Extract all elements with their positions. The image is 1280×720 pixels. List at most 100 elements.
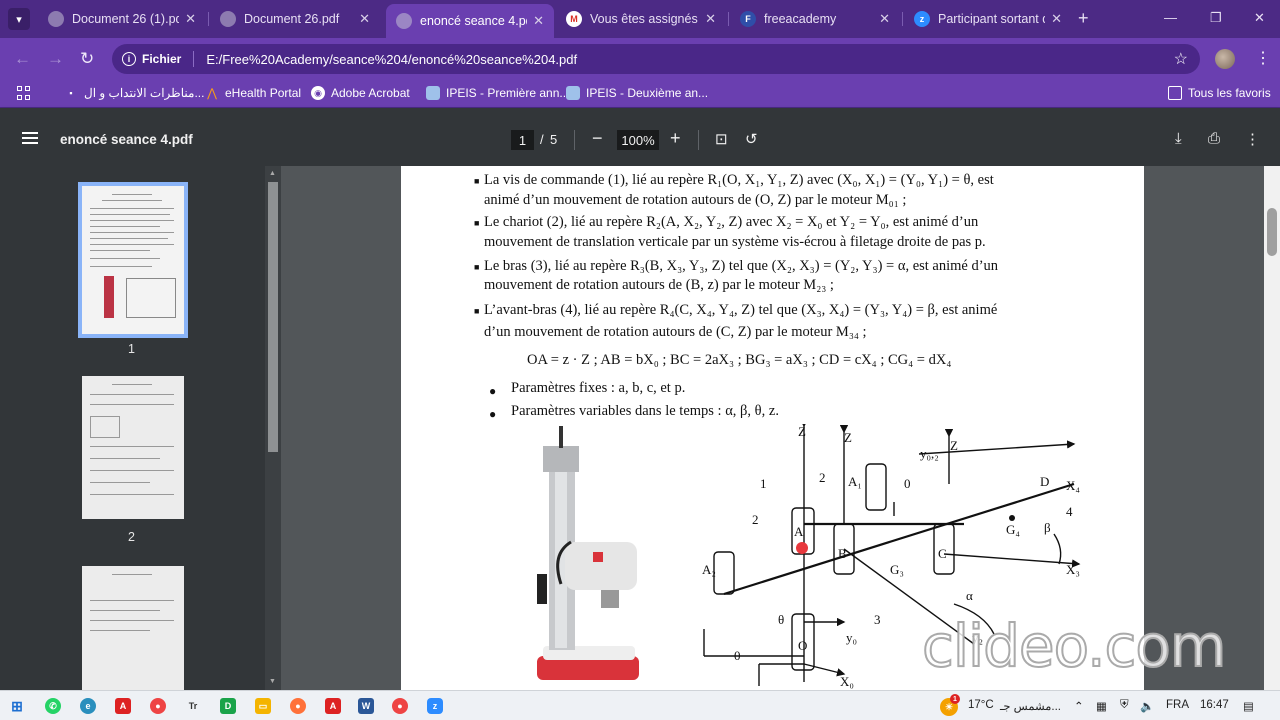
tab-zoom[interactable]: z Participant sortant de ✕ [904, 4, 1072, 34]
network-icon[interactable]: ▦ [1096, 699, 1107, 713]
fit-page-icon[interactable]: ⊡ [715, 130, 728, 148]
folder-icon [1168, 86, 1182, 100]
diagram-label: y₀,₂ [920, 446, 939, 461]
tab-freeacademy[interactable]: F freeacademy ✕ [730, 4, 900, 34]
diagram-label: β [1044, 520, 1051, 535]
edge-icon[interactable]: e [80, 698, 96, 714]
pdf-title: enoncé seance 4.pdf [60, 132, 193, 147]
forward-button[interactable]: → [47, 49, 64, 69]
file-explorer-icon[interactable]: ▭ [255, 698, 271, 714]
d-app-icon[interactable]: D [220, 698, 236, 714]
bookmark-label: مناظرات الانتداب و ال... [84, 86, 205, 100]
zoom-level-input[interactable]: 100% [617, 130, 659, 150]
close-icon[interactable]: ✕ [705, 11, 716, 27]
thumbnail-sidebar: 1 2 [0, 166, 265, 696]
zoom-taskbar-icon[interactable]: z [427, 698, 443, 714]
diagram-label: A₁ [848, 474, 862, 489]
windows-start-icon[interactable]: ⊞ [9, 698, 25, 714]
text-line: animé d’un mouvement de rotation autours… [484, 192, 907, 208]
shield-icon[interactable]: ⛨ [1120, 699, 1129, 712]
site-info-chip[interactable]: i Fichier [122, 52, 181, 66]
text-line: L’avant-bras (4), lié au repère R₄(C, X₄… [484, 302, 998, 318]
bookmark-icon: ▪ [69, 88, 73, 98]
profile-avatar[interactable] [1215, 49, 1235, 69]
ipeis-icon [566, 86, 580, 100]
zoom-out-button[interactable]: − [592, 128, 603, 149]
clock[interactable]: 16:47 [1200, 699, 1229, 711]
apps-grid-icon[interactable] [17, 86, 32, 101]
tab-document-26[interactable]: Document 26.pdf ✕ [210, 4, 380, 34]
diagram-label: θ [778, 612, 784, 627]
diagram-label: 3 [874, 612, 881, 627]
tab-divider [208, 12, 209, 26]
reload-button[interactable]: ↻ [80, 49, 94, 69]
page-thumbnail-3[interactable] [82, 566, 184, 696]
sidebar-scroll-thumb[interactable] [268, 182, 278, 452]
close-icon[interactable]: ✕ [185, 11, 196, 27]
chrome-2-icon[interactable]: ● [392, 698, 408, 714]
back-button[interactable]: ← [14, 49, 31, 69]
zoom-in-button[interactable]: + [670, 128, 681, 149]
browser-menu-icon[interactable]: ⋮ [1255, 48, 1271, 68]
menu-icon[interactable] [22, 132, 38, 144]
more-options-icon[interactable]: ⋮ [1245, 130, 1260, 148]
globe-icon [396, 13, 412, 29]
text-line: Le chariot (2), lié au repère R₂(A, X₂, … [484, 214, 979, 230]
page-thumbnail-2[interactable] [82, 376, 184, 519]
firefox-icon[interactable]: ● [290, 698, 306, 714]
acrobat-2-icon[interactable]: A [325, 698, 341, 714]
close-icon[interactable]: ✕ [879, 11, 890, 27]
bookmarks-bar: ▪ مناظرات الانتداب و ال... ⋀ eHealth Por… [0, 80, 1280, 108]
page-thumbnail-1[interactable] [78, 182, 188, 338]
word-icon[interactable]: W [358, 698, 374, 714]
bookmark-label: IPEIS - Deuxième an... [586, 86, 709, 100]
diagram-label: X₀ [840, 674, 854, 689]
bookmark-item-acrobat[interactable]: ◉ Adobe Acrobat [311, 86, 410, 100]
close-icon[interactable]: ✕ [533, 13, 544, 29]
new-tab-button[interactable]: + [1078, 8, 1089, 29]
ipeis-icon [426, 86, 440, 100]
page-number-input[interactable]: 1 [511, 130, 534, 150]
close-icon[interactable]: ✕ [359, 11, 370, 27]
bookmark-label: IPEIS - Première ann... [446, 86, 570, 100]
diagram-label: 0 [904, 476, 911, 491]
tab-title: Participant sortant de [938, 12, 1046, 26]
language-indicator[interactable]: FRA [1166, 699, 1189, 711]
volume-icon[interactable]: 🔈 [1140, 699, 1154, 713]
weather-temp: 17°C [968, 699, 994, 711]
tab-enonce-seance-4[interactable]: enoncé seance 4.pdf ✕ [386, 4, 554, 38]
tab-search-button[interactable]: ▾ [8, 8, 30, 30]
globe-icon [220, 11, 236, 27]
main-scroll-thumb[interactable] [1267, 208, 1277, 256]
window-close-button[interactable]: ✕ [1254, 10, 1265, 26]
pdf-toolbar: enoncé seance 4.pdf 1 / 5 − 100% + ⊡ ↺ ⤓… [0, 108, 1280, 166]
diagram-label: A₂ [702, 562, 716, 577]
whatsapp-icon[interactable]: ✆ [45, 698, 61, 714]
bookmark-item-ipeis-1[interactable]: IPEIS - Première ann... [426, 86, 569, 100]
tab-gmail[interactable]: M Vous êtes assignés à ✕ [556, 4, 726, 34]
url-text[interactable]: E:/Free%20Academy/seance%204/enoncé%20se… [206, 52, 577, 67]
notifications-icon[interactable]: ▤ [1243, 699, 1254, 713]
all-bookmarks-button[interactable]: Tous les favoris [1168, 86, 1271, 100]
acrobat-taskbar-icon[interactable]: A [115, 698, 131, 714]
text-app-icon[interactable]: Tr [185, 698, 201, 714]
maximize-button[interactable]: ❐ [1210, 10, 1222, 26]
text-line: Le bras (3), lié au repère R₃(B, X₃, Y₃,… [484, 258, 999, 274]
bookmark-star-icon[interactable]: ☆ [1174, 49, 1188, 69]
tab-document-26-1[interactable]: Document 26 (1).pdf ✕ [38, 4, 206, 34]
download-icon[interactable]: ⤓ [1175, 130, 1182, 147]
main-scrollbar[interactable] [1264, 166, 1280, 690]
sidebar-scrollbar[interactable]: ▲ ▼ [265, 166, 281, 690]
chevron-up-icon[interactable]: ⌃ [1074, 699, 1084, 713]
print-icon[interactable]: ⎙ [1208, 130, 1220, 147]
bookmark-item-ehealth[interactable]: ⋀ eHealth Portal [205, 86, 301, 100]
minimize-button[interactable]: — [1164, 10, 1177, 25]
text-line: Paramètres variables dans le temps : α, … [511, 403, 779, 419]
text-line: mouvement de translation verticale par u… [484, 234, 986, 250]
bookmark-item-arabic[interactable]: ▪ مناظرات الانتداب و ال... [64, 86, 204, 100]
chrome-icon[interactable]: ● [150, 698, 166, 714]
bookmark-item-ipeis-2[interactable]: IPEIS - Deuxième an... [566, 86, 708, 100]
rotate-icon[interactable]: ↺ [745, 130, 758, 148]
address-bar[interactable]: i Fichier E:/Free%20Academy/seance%204/e… [112, 44, 1200, 74]
close-icon[interactable]: ✕ [1051, 11, 1062, 27]
